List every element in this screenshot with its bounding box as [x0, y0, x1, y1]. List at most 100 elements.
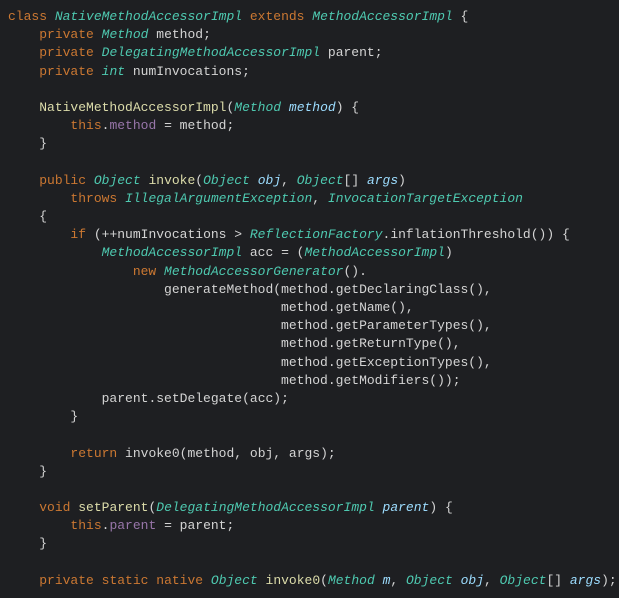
keyword-static: static	[102, 573, 149, 588]
rhs: parent;	[180, 518, 235, 533]
method-name: setParent	[78, 500, 148, 515]
field-name: method;	[156, 27, 211, 42]
paren-open: (	[320, 573, 328, 588]
space	[117, 446, 125, 461]
arg: args	[289, 446, 320, 461]
keyword-private: private	[39, 27, 94, 42]
line-16: method.getParameterTypes(),	[8, 318, 492, 333]
comma: ,	[390, 573, 406, 588]
paren-open: (	[242, 391, 250, 406]
paren-close: )	[398, 173, 406, 188]
param-type: Object	[500, 573, 547, 588]
keyword-public: public	[39, 173, 86, 188]
param-name: obj	[258, 173, 281, 188]
end: ()) {	[531, 227, 570, 242]
return-type: Object	[94, 173, 141, 188]
end: (),	[468, 355, 491, 370]
arg: acc	[250, 391, 273, 406]
dot: .	[328, 355, 336, 370]
variable: acc	[250, 245, 273, 260]
dot: .	[328, 373, 336, 388]
param-type: DelegatingMethodAccessorImpl	[156, 500, 374, 515]
line-24: void setParent(DelegatingMethodAccessorI…	[8, 500, 453, 515]
comma: ,	[281, 173, 297, 188]
variable: method	[281, 336, 328, 351]
line-1: class NativeMethodAccessorImpl extends M…	[8, 9, 468, 24]
param-type: Method	[234, 100, 281, 115]
line-13: new MethodAccessorGenerator().	[8, 264, 367, 279]
end: ) {	[429, 500, 452, 515]
keyword-private: private	[39, 45, 94, 60]
variable: method	[281, 355, 328, 370]
type: int	[102, 64, 125, 79]
keyword-void: void	[39, 500, 70, 515]
line-25: this.parent = parent;	[8, 518, 234, 533]
end: (),	[390, 300, 413, 315]
dot: .	[328, 300, 336, 315]
constructor-name: NativeMethodAccessorImpl	[39, 100, 226, 115]
param-name: obj	[461, 573, 484, 588]
line-5: NativeMethodAccessorImpl(Method method) …	[8, 100, 359, 115]
type: MethodAccessorImpl	[102, 245, 242, 260]
method-call: getReturnType	[336, 336, 437, 351]
param-type: Method	[328, 573, 375, 588]
code-editor[interactable]: class NativeMethodAccessorImpl extends M…	[8, 8, 611, 590]
line-3: private DelegatingMethodAccessorImpl par…	[8, 45, 383, 60]
exception-type: InvocationTargetException	[328, 191, 523, 206]
variable: method	[281, 282, 328, 297]
param-type: Object	[297, 173, 344, 188]
line-7: }	[8, 136, 47, 151]
line-18: method.getExceptionTypes(),	[8, 355, 492, 370]
line-21: }	[8, 409, 78, 424]
brace: }	[39, 464, 47, 479]
arg: obj	[250, 446, 273, 461]
line-20: parent.setDelegate(acc);	[8, 391, 289, 406]
dot: .	[328, 282, 336, 297]
variable: method	[281, 300, 328, 315]
end: );	[601, 573, 617, 588]
method-call: invoke0	[125, 446, 180, 461]
brace: }	[39, 136, 47, 151]
rhs: method;	[180, 118, 235, 133]
param-name: parent	[383, 500, 430, 515]
line-2: private Method method;	[8, 27, 211, 42]
comma: ,	[273, 446, 289, 461]
variable: numInvocations	[117, 227, 226, 242]
end: (),	[437, 336, 460, 351]
variable: method	[281, 373, 328, 388]
keyword-this: this	[70, 518, 101, 533]
line-9: throws IllegalArgumentException, Invocat…	[8, 191, 523, 206]
paren-open: (	[273, 282, 281, 297]
line-10: {	[8, 209, 47, 224]
method-call: generateMethod	[164, 282, 273, 297]
end: );	[320, 446, 336, 461]
keyword-if: if	[70, 227, 86, 242]
param-name: args	[570, 573, 601, 588]
line-4: private int numInvocations;	[8, 64, 250, 79]
end: );	[273, 391, 289, 406]
line-11: if (++numInvocations > ReflectionFactory…	[8, 227, 570, 242]
param-type: Object	[203, 173, 250, 188]
end: ());	[429, 373, 460, 388]
type: Method	[102, 27, 149, 42]
dot: .	[328, 336, 336, 351]
brace: {	[461, 9, 469, 24]
array-brackets: []	[344, 173, 367, 188]
line-12: MethodAccessorImpl acc = (MethodAccessor…	[8, 245, 453, 260]
variable: method	[281, 318, 328, 333]
paren-close: ) {	[336, 100, 359, 115]
end: (),	[468, 318, 491, 333]
param-type: Object	[406, 573, 453, 588]
class-name: MethodAccessorGenerator	[164, 264, 343, 279]
op-increment: ++	[102, 227, 118, 242]
param-name: args	[367, 173, 398, 188]
method-call: getName	[336, 300, 391, 315]
brace: }	[70, 409, 78, 424]
line-27: private static native Object invoke0(Met…	[8, 573, 617, 588]
superclass-name: MethodAccessorImpl	[312, 9, 452, 24]
comma: ,	[484, 573, 500, 588]
line-15: method.getName(),	[8, 300, 414, 315]
method-call: getModifiers	[336, 373, 430, 388]
keyword-throws: throws	[70, 191, 117, 206]
keyword-class: class	[8, 9, 47, 24]
